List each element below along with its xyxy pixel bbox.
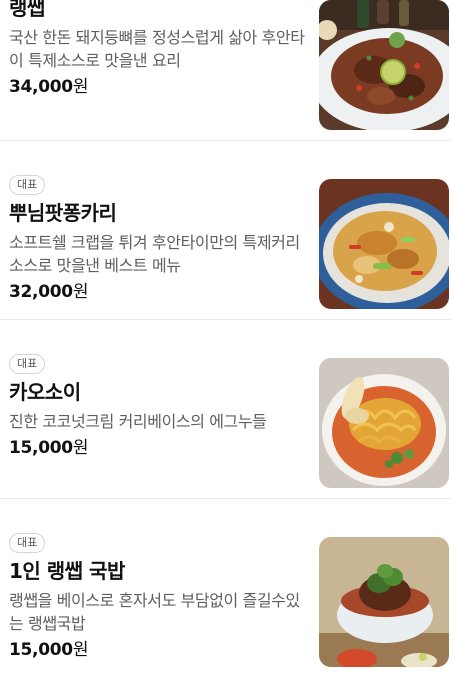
crab-curry-dish-image [319, 179, 449, 309]
menu-item-image[interactable] [319, 179, 449, 309]
signature-badge: 대표 [9, 175, 46, 195]
signature-badge: 대표 [9, 354, 46, 374]
menu-item[interactable]: 대표 카오소이 진한 코코넛크림 커리베이스의 에그누들 15,000원 [0, 320, 451, 499]
signature-badge: 대표 [9, 533, 46, 553]
spicy-pork-bone-dish-image [319, 0, 449, 130]
menu-item-description: 국산 한돈 돼지등뼈를 정성스럽게 삶아 후안타이 특제소스로 맛을낸 요리 [9, 28, 305, 70]
price-currency: 원 [72, 640, 89, 660]
menu-item-text: 랭쌥 국산 한돈 돼지등뼈를 정성스럽게 삶아 후안타이 특제소스로 맛을낸 요… [9, 0, 305, 99]
menu-item-text: 대표 카오소이 진한 코코넛크림 커리베이스의 에그누들 15,000원 [9, 352, 305, 460]
menu-item[interactable]: 대표 뿌님팟퐁카리 소프트쉘 크랩을 튀겨 후안타이만의 특제커리소스로 맛을낸… [0, 141, 451, 320]
menu-item-description: 소프트쉘 크랩을 튀겨 후안타이만의 특제커리소스로 맛을낸 베스트 메뉴 [9, 233, 300, 275]
menu-item-name: 카오소이 [9, 380, 81, 404]
menu-item-text: 대표 1인 랭쌥 국밥 랭쌥을 베이스로 혼자서도 부담없이 즐길수있는 랭쌥국… [9, 531, 305, 662]
price-value: 15,000 [9, 640, 73, 660]
price-currency: 원 [72, 77, 89, 97]
menu-item-text: 대표 뿌님팟퐁카리 소프트쉘 크랩을 튀겨 후안타이만의 특제커리소스로 맛을낸… [9, 173, 305, 304]
menu-item-price: 34,000원 [9, 75, 305, 99]
menu-item[interactable]: 랭쌥 국산 한돈 돼지등뼈를 정성스럽게 삶아 후안타이 특제소스로 맛을낸 요… [0, 0, 451, 141]
menu-list: 랭쌥 국산 한돈 돼지등뼈를 정성스럽게 삶아 후안타이 특제소스로 맛을낸 요… [0, 0, 451, 678]
menu-item-name: 1인 랭쌥 국밥 [9, 559, 125, 583]
khao-soi-bowl-image [319, 358, 449, 488]
price-value: 34,000 [9, 77, 73, 97]
menu-item-image[interactable] [319, 0, 449, 130]
price-currency: 원 [72, 282, 89, 302]
menu-item-name: 랭쌥 [9, 0, 45, 20]
menu-item[interactable]: 대표 1인 랭쌥 국밥 랭쌥을 베이스로 혼자서도 부담없이 즐길수있는 랭쌥국… [0, 499, 451, 678]
pork-bone-soup-bowl-image [319, 537, 449, 667]
price-value: 32,000 [9, 282, 73, 302]
price-currency: 원 [72, 438, 89, 458]
menu-item-description: 랭쌥을 베이스로 혼자서도 부담없이 즐길수있는 랭쌥국밥 [9, 591, 300, 633]
menu-item-price: 32,000원 [9, 280, 305, 304]
menu-item-description: 진한 코코넛크림 커리베이스의 에그누들 [9, 412, 267, 431]
menu-item-image[interactable] [319, 537, 449, 667]
menu-item-name: 뿌님팟퐁카리 [9, 201, 117, 225]
price-value: 15,000 [9, 438, 73, 458]
menu-item-image[interactable] [319, 358, 449, 488]
menu-item-price: 15,000원 [9, 436, 305, 460]
